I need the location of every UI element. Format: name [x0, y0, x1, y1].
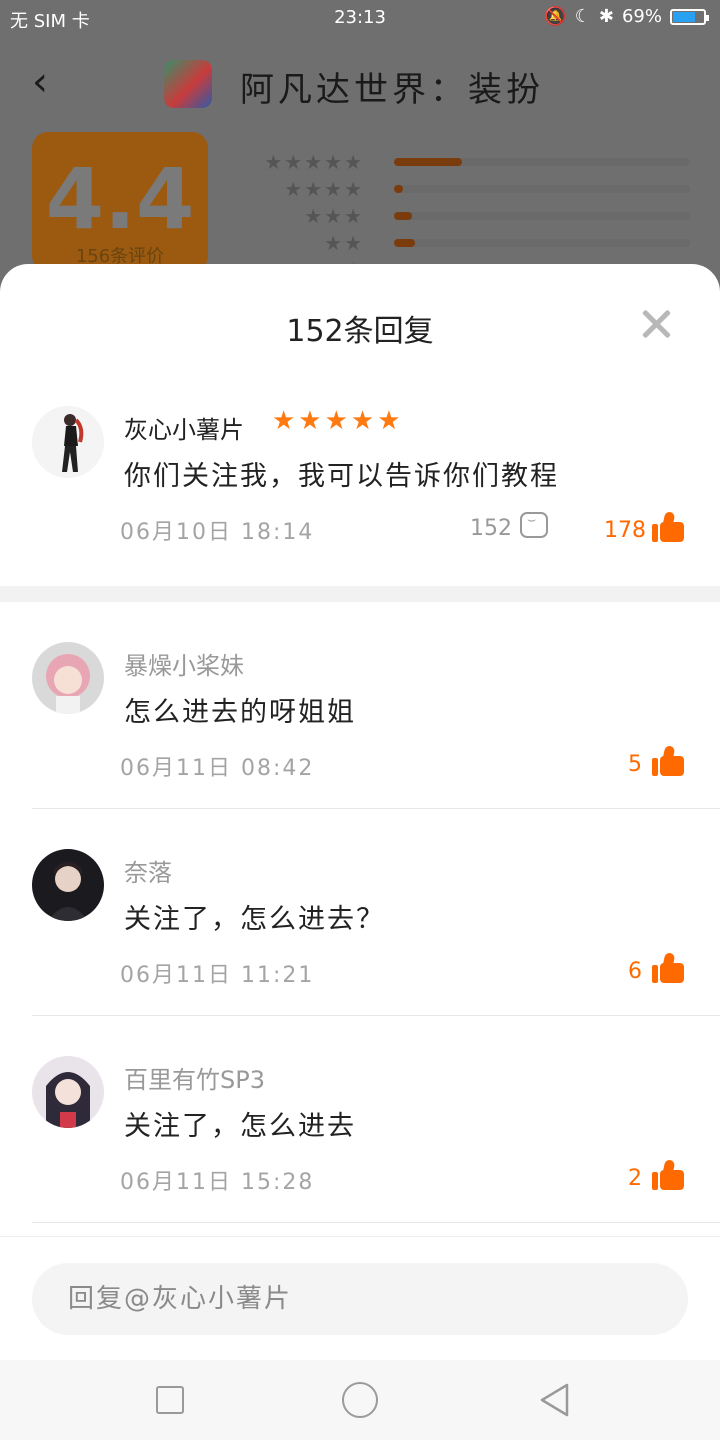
- rating-row: ★★★★★: [230, 150, 690, 177]
- reply-composer: [0, 1236, 720, 1360]
- list-item: 百里有竹SP3 关注了，怎么进去 06月11日 15:28 2: [0, 1016, 720, 1223]
- avatar-figure-icon: [32, 406, 104, 478]
- section-separator: [0, 586, 720, 602]
- rating-track: [394, 239, 690, 247]
- rating-bar: [394, 185, 403, 193]
- avatar[interactable]: [32, 406, 104, 478]
- reply-time: 06月11日 11:21: [120, 963, 315, 988]
- like-count: 5: [628, 752, 642, 777]
- back-triangle-icon[interactable]: [538, 1382, 570, 1418]
- replies-sheet: 152条回复 灰心小薯片 ★★★★★ 你们关注我，我可以告诉你们教程 06月10…: [0, 264, 720, 1360]
- rating-track: [394, 185, 690, 193]
- reply-input[interactable]: [32, 1263, 688, 1335]
- reply-list: 暴燥小桨妹 怎么进去的呀姐姐 06月11日 08:42 5 奈落 关注了，怎么进…: [0, 602, 720, 1223]
- rating-bar: [394, 212, 412, 220]
- reply-time: 06月11日 15:28: [120, 1170, 315, 1195]
- list-item: 奈落 关注了，怎么进去？ 06月11日 11:21 6: [0, 809, 720, 1016]
- app-title: 阿凡达世界：装扮: [240, 70, 544, 110]
- battery-percent: 69%: [621, 6, 662, 27]
- thumbs-up-icon[interactable]: [652, 952, 684, 983]
- reply-text: 怎么进去的呀姐姐: [124, 697, 356, 728]
- avatar-girl-icon: [32, 1056, 104, 1128]
- star-icons: ★★★★: [284, 177, 364, 201]
- rating-bar: [394, 239, 415, 247]
- system-nav-bar: [0, 1360, 720, 1440]
- reply-icon[interactable]: [520, 512, 548, 538]
- like-count: 6: [628, 959, 642, 984]
- avatar-boy-icon: [32, 849, 104, 921]
- score-card: 4.4 156条评价: [32, 132, 208, 272]
- reply-author[interactable]: 暴燥小桨妹: [124, 646, 244, 681]
- rating-row: ★★: [230, 231, 690, 258]
- app-icon: [164, 60, 212, 108]
- avatar-girl-icon: [32, 642, 104, 714]
- avatar[interactable]: [32, 1056, 104, 1128]
- thumbs-up-icon[interactable]: [652, 745, 684, 776]
- moon-icon: ☾: [574, 6, 591, 27]
- bluetooth-icon: ✱: [598, 6, 614, 27]
- home-icon[interactable]: [342, 1382, 378, 1418]
- reply-author[interactable]: 百里有竹SP3: [124, 1060, 265, 1095]
- reply-text: 关注了，怎么进去: [124, 1111, 356, 1142]
- like-count: 2: [628, 1166, 642, 1191]
- reply-count: 152: [470, 516, 512, 541]
- comment-author[interactable]: 灰心小薯片: [124, 410, 244, 445]
- rating-row: ★★★★: [230, 177, 690, 204]
- comment-time: 06月10日 18:14: [120, 520, 315, 545]
- star-icons: ★★★★★: [264, 150, 364, 174]
- list-item: 暴燥小桨妹 怎么进去的呀姐姐 06月11日 08:42 5: [0, 602, 720, 809]
- comment-text: 你们关注我，我可以告诉你们教程: [124, 461, 559, 492]
- sheet-title: 152条回复: [286, 314, 434, 349]
- thumbs-up-icon[interactable]: [652, 511, 684, 542]
- status-bar: 无 SIM 卡 23:13 🔕 ☾ ✱ 69%: [0, 0, 720, 36]
- star-rating: ★★★★★: [272, 406, 404, 436]
- avatar[interactable]: [32, 849, 104, 921]
- app-header: ‹ 阿凡达世界：装扮: [0, 40, 720, 130]
- like-count: 178: [604, 518, 646, 543]
- mute-icon: 🔕: [544, 6, 567, 27]
- rating-track: [394, 158, 690, 166]
- divider: [32, 1222, 720, 1223]
- reply-author[interactable]: 奈落: [124, 853, 172, 888]
- rating-track: [394, 212, 690, 220]
- star-icons: ★★★: [304, 204, 364, 228]
- average-score: 4.4: [45, 150, 195, 248]
- avatar[interactable]: [32, 642, 104, 714]
- thumbs-up-icon[interactable]: [652, 1159, 684, 1190]
- rating-bar: [394, 158, 463, 166]
- reply-text: 关注了，怎么进去？: [124, 904, 385, 935]
- reply-time: 06月11日 08:42: [120, 756, 315, 781]
- battery-fill: [673, 11, 696, 22]
- main-comment: 灰心小薯片 ★★★★★ 你们关注我，我可以告诉你们教程 06月10日 18:14…: [0, 400, 720, 586]
- recent-apps-icon[interactable]: [156, 1386, 184, 1414]
- battery-icon: [670, 8, 709, 25]
- rating-row: ★★★: [230, 204, 690, 231]
- star-icons: ★★: [324, 231, 364, 255]
- status-icons: 🔕 ☾ ✱ 69%: [544, 6, 709, 27]
- close-icon[interactable]: [636, 304, 676, 344]
- chevron-left-icon[interactable]: ‹: [32, 62, 48, 102]
